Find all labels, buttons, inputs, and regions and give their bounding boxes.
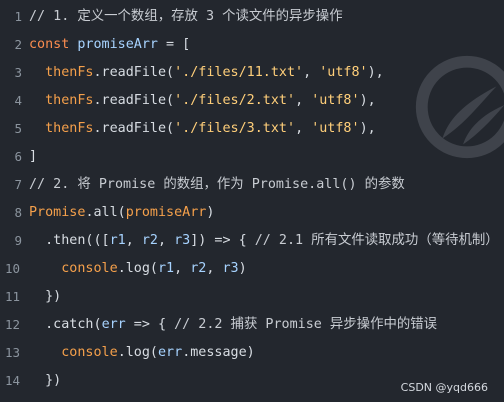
code-token: thenFs [45,93,94,108]
code-token: console [61,261,118,276]
code-token: ) [238,261,247,276]
code-token: thenFs [45,121,94,136]
code-token: thenFs [45,65,94,80]
code-line: .then(([r1, r2, r3]) => { // 2.1 所有文件读取成… [29,230,499,252]
code-token: // 2.2 捕获 Promise 异步操作中的错误 [174,317,438,332]
code-token: promiseArr [77,37,158,52]
code-token: , [174,261,191,276]
code-token: }) [29,289,62,304]
code-line: thenFs.readFile('./files/3.txt', 'utf8')… [29,118,376,140]
code-token: r1 [109,233,126,248]
code-token: , [125,233,142,248]
line-number: 2 [14,37,22,52]
code-token: .all( [85,205,126,220]
line-number: 14 [4,373,20,388]
code-token: ]) => { [190,233,255,248]
line-number: 12 [4,317,20,332]
code-token: r3 [174,233,191,248]
code-line: Promise.all(promiseArr) [29,202,214,224]
code-token: r2 [141,233,158,248]
code-token: => { [125,317,175,332]
code-token: r3 [222,261,239,276]
code-token: ) [206,205,215,220]
code-token: // 1. 定义一个数组，存放 3 个读文件的异步操作 [29,9,343,24]
code-token: err [101,317,126,332]
code-token: console [61,345,118,360]
code-token: 'utf8' [311,121,360,136]
code-token: err [158,345,183,360]
code-line: thenFs.readFile('./files/11.txt', 'utf8'… [29,62,384,84]
line-number-gutter: 1 2 3 4 5 6 7 8 9 10 11 12 13 14 [0,0,24,402]
code-token: , [206,261,223,276]
code-token: // 2. 将 Promise 的数组，作为 Promise.all() 的参数 [29,177,405,192]
code-token: promiseArr [125,205,207,220]
watermark-logo-icon [415,55,504,159]
code-token: .message) [182,345,255,360]
line-number: 7 [14,177,22,192]
line-number: 1 [14,9,22,24]
code-token: .then(([ [29,233,110,248]
code-token: , [295,93,312,108]
code-token: 'utf8' [311,93,360,108]
code-token: ), [359,93,376,108]
code-line: }) [29,370,61,392]
code-token: }) [29,373,62,388]
code-token: .readFile( [93,65,175,80]
code-token: './files/11.txt' [174,65,304,80]
line-number: 11 [4,289,20,304]
code-token: // 2.1 所有文件读取成功（等待机制） [254,233,499,248]
code-token: = [ [158,37,191,52]
code-token: .log( [117,345,158,360]
code-line: console.log(err.message) [29,342,255,364]
line-number: 4 [14,93,22,108]
code-token: r2 [190,261,207,276]
code-token: .readFile( [93,93,175,108]
code-line: const promiseArr = [ [29,34,190,56]
code-token: ] [29,149,38,164]
code-token: r1 [158,261,175,276]
code-line: .catch(err => { // 2.2 捕获 Promise 异步操作中的… [29,314,437,336]
code-line: ] [29,146,37,168]
line-number: 9 [14,233,22,248]
code-token: .readFile( [93,121,175,136]
code-token: './files/3.txt' [174,121,296,136]
line-number: 5 [14,121,22,136]
line-number: 6 [14,149,22,164]
line-number: 3 [14,65,22,80]
code-token: Promise [29,205,86,220]
code-line: // 2. 将 Promise 的数组，作为 Promise.all() 的参数 [29,174,405,196]
watermark-text: CSDN @yqd666 [400,381,488,394]
code-line: thenFs.readFile('./files/2.txt', 'utf8')… [29,90,376,112]
code-line: }) [29,286,61,308]
code-token: , [295,121,312,136]
code-token: ), [367,65,384,80]
line-number: 10 [4,261,20,276]
code-token: 'utf8' [319,65,368,80]
line-number: 13 [4,345,20,360]
code-token: .catch( [29,317,102,332]
code-line: console.log(r1, r2, r3) [29,258,247,280]
code-token: , [303,65,320,80]
code-token: .log( [117,261,158,276]
code-token: const [29,37,70,52]
code-token: , [158,233,175,248]
code-token: ), [359,121,376,136]
code-line: // 1. 定义一个数组，存放 3 个读文件的异步操作 [29,6,343,28]
code-token: './files/2.txt' [174,93,296,108]
line-number: 8 [14,205,22,220]
code-editor: 1 2 3 4 5 6 7 8 9 10 11 12 13 14 // 1. 定义一个数组，存放 3 个读… [0,0,504,402]
